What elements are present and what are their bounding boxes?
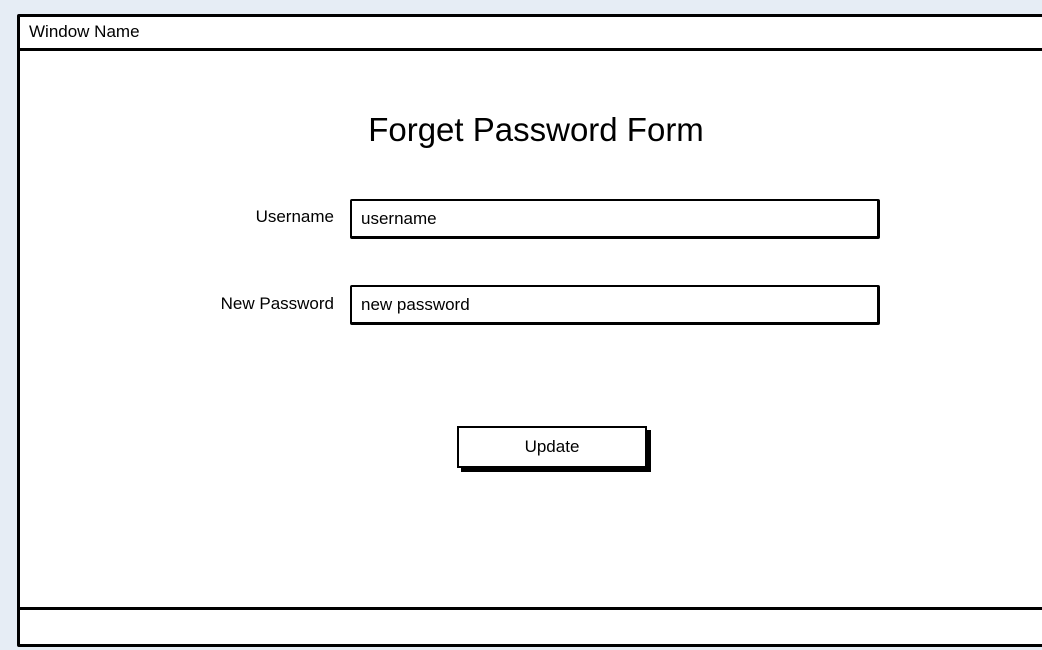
update-button[interactable]: Update [457,426,647,468]
title-bar: Window Name [20,17,1042,51]
app-window: Window Name Forget Password Form Usernam… [17,14,1042,647]
window-title: Window Name [29,22,140,41]
status-bar [20,607,1042,644]
new-password-input[interactable] [350,285,880,325]
username-label: Username [255,207,334,226]
form-title: Forget Password Form [368,111,704,148]
new-password-label: New Password [220,294,334,313]
username-input[interactable] [350,199,880,239]
